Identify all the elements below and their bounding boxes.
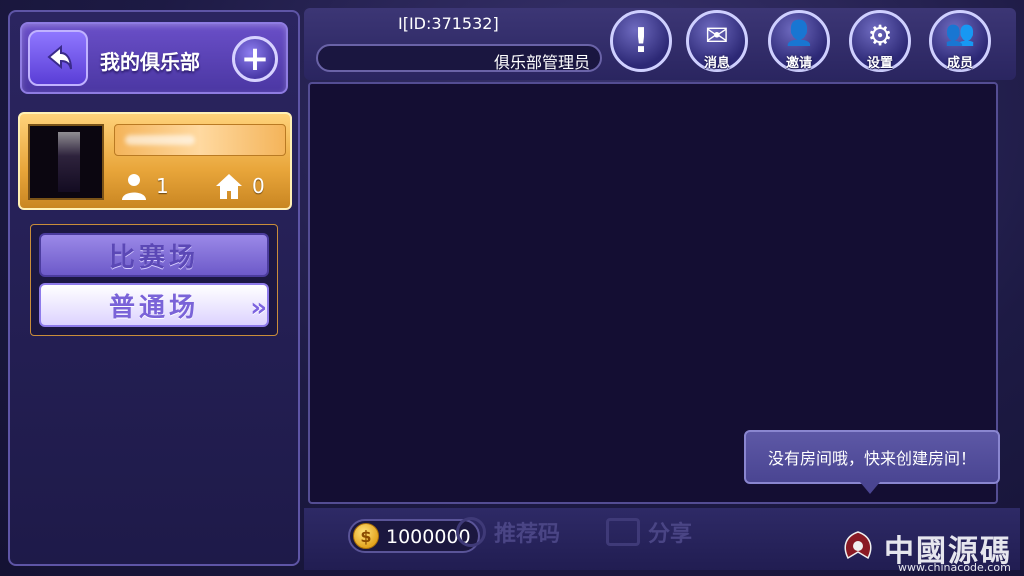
back-arrow-icon — [47, 44, 72, 70]
recommend-code-label: 推荐码 — [494, 522, 561, 547]
role-label: 俱乐部管理员 — [493, 53, 590, 72]
share-icon — [606, 518, 640, 546]
back-button[interactable] — [28, 30, 88, 86]
room-count: 0 — [214, 172, 265, 200]
club-sidebar: 我的俱乐部 + 1 0 比赛场 普通场 » — [8, 10, 300, 566]
messages-label: 消息 — [703, 56, 730, 71]
recommend-code-icon — [456, 517, 486, 547]
club-header: 我的俱乐部 + — [20, 22, 288, 94]
house-icon — [216, 174, 242, 199]
match-mode-label: 比赛场 — [108, 242, 199, 273]
coin-icon: $ — [353, 523, 379, 549]
empty-room-hint: 没有房间哦，快来创建房间！ — [767, 449, 976, 468]
envelope-icon: ✉ — [705, 19, 729, 52]
user-id: I[ID:371532] — [398, 14, 499, 33]
add-club-button[interactable]: + — [232, 36, 278, 82]
invite-button[interactable]: 👤 邀请 — [768, 10, 830, 72]
exclamation-icon: ! — [633, 21, 649, 61]
messages-button[interactable]: ✉ 消息 — [686, 10, 748, 72]
share-label: 分享 — [648, 522, 693, 547]
person-icon — [122, 174, 146, 200]
member-count-value: 1 — [156, 174, 169, 198]
club-card[interactable]: 1 0 — [18, 112, 292, 210]
members-label: 成员 — [946, 56, 973, 71]
watermark-site: www.chinacode.com — [898, 561, 1011, 574]
share-button[interactable]: 分享 — [606, 516, 692, 548]
normal-mode-button[interactable]: 普通场 » — [39, 283, 269, 327]
invite-user-icon: 👤 — [784, 19, 814, 47]
role-badge: 俱乐部管理员 — [316, 44, 602, 72]
settings-button[interactable]: ⚙ 设置 — [849, 10, 911, 72]
watermark-logo-icon — [844, 531, 872, 560]
gear-icon: ⚙ — [867, 19, 893, 52]
double-chevron-right-icon: » — [250, 293, 267, 323]
recommend-code-button[interactable]: 推荐码 — [456, 516, 560, 548]
settings-label: 设置 — [866, 56, 893, 71]
club-avatar — [28, 124, 104, 200]
members-button[interactable]: 👥 成员 — [929, 10, 991, 72]
empty-room-tooltip: 没有房间哦，快来创建房间！ — [744, 430, 1000, 494]
club-name-blurred — [114, 124, 286, 156]
normal-mode-label: 普通场 — [108, 292, 199, 323]
club-title: 我的俱乐部 — [100, 50, 200, 74]
mode-selector: 比赛场 普通场 » — [30, 224, 278, 336]
room-count-value: 0 — [252, 174, 265, 198]
invite-label: 邀请 — [785, 56, 812, 71]
match-mode-button[interactable]: 比赛场 — [39, 233, 269, 277]
watermark: 中國源碼 www.chinacode.com — [838, 526, 1022, 574]
members-icon: 👥 — [945, 19, 975, 47]
notice-button[interactable]: ! — [610, 10, 672, 72]
member-count: 1 — [120, 172, 169, 200]
